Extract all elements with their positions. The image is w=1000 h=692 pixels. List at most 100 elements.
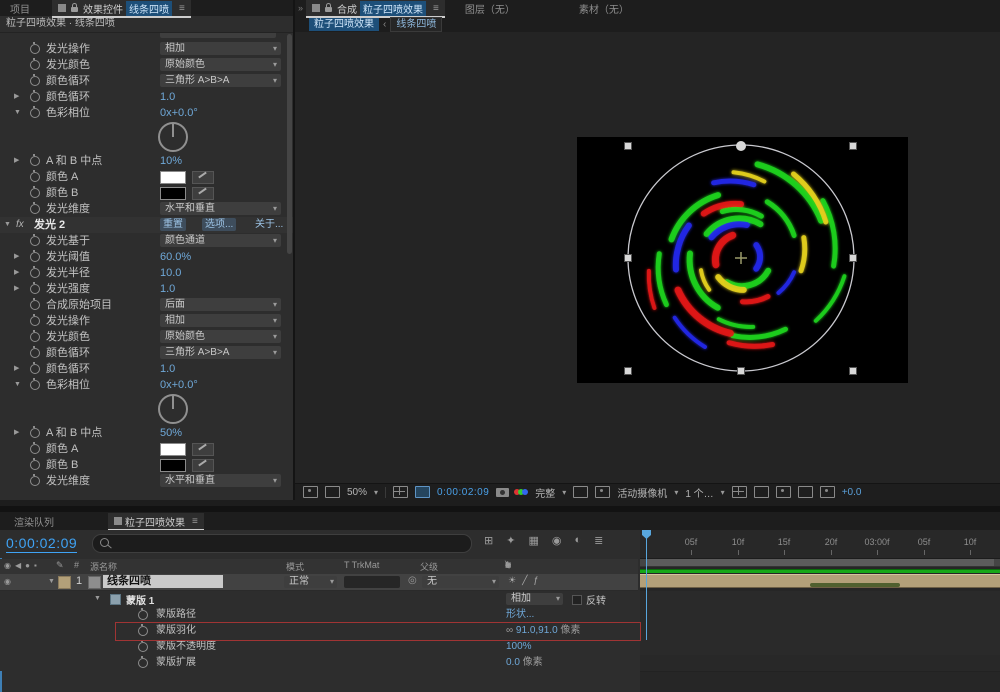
stopwatch-icon[interactable] xyxy=(138,610,148,620)
current-time-display[interactable]: 0:00:02:09 xyxy=(6,535,77,553)
expand-arrow-icon[interactable]: ▶ xyxy=(14,425,19,441)
stopwatch-icon[interactable] xyxy=(30,60,40,70)
stopwatch-icon[interactable] xyxy=(30,44,40,54)
lock-icon[interactable] xyxy=(325,7,332,12)
audio-icon[interactable]: ◀ xyxy=(15,561,21,570)
mask-property-number[interactable]: 形状... xyxy=(506,609,534,620)
property-value[interactable]: 10% xyxy=(160,153,182,169)
timeline-toolbar-icon[interactable]: ◐ xyxy=(574,534,581,547)
pixel-aspect-icon[interactable] xyxy=(732,486,747,498)
stopwatch-icon[interactable] xyxy=(30,252,40,262)
mask-name[interactable]: 蒙版 1 xyxy=(126,592,154,607)
stopwatch-icon[interactable] xyxy=(30,300,40,310)
stopwatch-icon[interactable] xyxy=(30,444,40,454)
angle-dial-control[interactable] xyxy=(158,394,188,424)
mask-invert-checkbox[interactable] xyxy=(572,595,582,605)
mask-expander-icon[interactable]: ▼ xyxy=(94,595,101,602)
camera-view-select[interactable]: 活动摄像机 xyxy=(617,485,667,500)
selection-handle-top[interactable] xyxy=(736,141,746,151)
expand-arrow-icon[interactable]: ▶ xyxy=(14,265,19,281)
property-value[interactable]: 0x+0.0° xyxy=(160,105,198,121)
mask-visibility-icon[interactable] xyxy=(415,486,430,498)
layer-duration-bar[interactable] xyxy=(640,574,1000,588)
stopwatch-icon[interactable] xyxy=(30,92,40,102)
transparency-grid-icon[interactable] xyxy=(595,486,610,498)
magnification-icon[interactable] xyxy=(325,486,340,498)
stopwatch-icon[interactable] xyxy=(30,108,40,118)
timeline-toolbar-icon[interactable]: ✦ xyxy=(506,534,515,547)
dropdown[interactable]: 颜色通道▾ xyxy=(160,234,281,247)
parent-column-header[interactable]: 父级 xyxy=(420,560,438,573)
selection-handle[interactable] xyxy=(850,143,857,150)
mask-group-row[interactable]: ▼ 蒙版 1 相加▾ 反转 xyxy=(0,591,638,607)
panel-menu-icon[interactable]: ≡ xyxy=(192,516,198,527)
dropdown[interactable]: 三角形 A>B>A▾ xyxy=(160,346,281,359)
stopwatch-icon[interactable] xyxy=(30,284,40,294)
snapshot-camera-icon[interactable] xyxy=(496,488,509,497)
layer-name[interactable]: 线条四喷 xyxy=(103,575,223,588)
stopwatch-icon[interactable] xyxy=(30,460,40,470)
stopwatch-icon[interactable] xyxy=(30,476,40,486)
work-area-bar[interactable] xyxy=(640,559,1000,567)
viewer-timecode[interactable]: 0:00:02:09 xyxy=(437,487,489,498)
stopwatch-icon[interactable] xyxy=(30,236,40,246)
property-value[interactable]: 1.0 xyxy=(160,281,175,297)
dropdown[interactable]: 相加▾ xyxy=(160,42,281,55)
tab-effect-controls[interactable]: 效果控件 线条四喷 ≡ xyxy=(52,0,191,16)
eye-icon[interactable]: ◉ xyxy=(4,561,11,570)
dropdown[interactable]: 水平和垂直▾ xyxy=(160,202,281,215)
expand-arrow-icon[interactable]: ▶ xyxy=(14,281,19,297)
stopwatch-icon[interactable] xyxy=(30,316,40,326)
anchor-point-crosshair[interactable] xyxy=(735,252,747,264)
tab-composition[interactable]: 合成 粒子四喷效果 ≡ xyxy=(306,0,445,16)
stopwatch-icon[interactable] xyxy=(30,364,40,374)
stopwatch-icon[interactable] xyxy=(30,76,40,86)
layer-switch-icon[interactable]: ☀ xyxy=(508,575,522,585)
eyedropper-button[interactable] xyxy=(192,171,214,184)
stopwatch-icon[interactable] xyxy=(30,204,40,214)
property-value[interactable]: 60.0% xyxy=(160,249,191,265)
eyedropper-button[interactable] xyxy=(192,459,214,472)
stopwatch-icon[interactable] xyxy=(138,642,148,652)
stopwatch-icon[interactable] xyxy=(30,380,40,390)
stopwatch-icon[interactable] xyxy=(30,172,40,182)
timeline-button-icon[interactable] xyxy=(776,486,791,498)
selection-handle[interactable] xyxy=(850,368,857,375)
stopwatch-icon[interactable] xyxy=(138,658,148,668)
eyedropper-button[interactable] xyxy=(192,187,214,200)
color-swatch[interactable] xyxy=(160,187,186,200)
blend-mode-select[interactable]: 正常▾ xyxy=(284,576,337,588)
tab-footage[interactable]: 素材（无） xyxy=(573,0,635,16)
layer-label-color[interactable] xyxy=(58,576,71,589)
layer-switch-icon[interactable]: ƒ xyxy=(534,575,545,585)
mask-property-number[interactable]: 100% xyxy=(506,641,532,652)
color-swatch[interactable] xyxy=(160,171,186,184)
effect-options-link[interactable]: 选项... xyxy=(202,218,236,231)
eye-icon[interactable]: ◉ xyxy=(4,577,11,586)
resolution-select[interactable]: 完整 xyxy=(535,485,555,500)
selection-handle[interactable] xyxy=(625,143,632,150)
exposure-value[interactable]: +0.0 xyxy=(842,487,862,498)
mode-column-header[interactable]: 模式 xyxy=(286,560,304,573)
source-name-column-header[interactable]: 源名称 xyxy=(90,560,117,573)
layer-row[interactable]: ◉ ▼ 1 线条四喷 正常▾ ◎ 无▾ ☀╱ƒ xyxy=(0,574,638,591)
track-area[interactable] xyxy=(640,559,1000,692)
dropdown[interactable]: 原始颜色▾ xyxy=(160,58,281,71)
mask-property-number[interactable]: 0.0 xyxy=(506,657,520,668)
selection-handle[interactable] xyxy=(625,368,632,375)
timeline-toolbar-icon[interactable]: ▦ xyxy=(528,534,538,547)
property-value[interactable]: 50% xyxy=(160,425,182,441)
view-layout-select[interactable]: 1 个… xyxy=(685,485,713,500)
stopwatch-icon[interactable] xyxy=(30,428,40,438)
selection-handle[interactable] xyxy=(850,255,857,262)
trkmat-cell[interactable] xyxy=(344,576,400,588)
property-value[interactable]: 1.0 xyxy=(160,361,175,377)
expand-arrow-icon[interactable]: ▶ xyxy=(14,249,19,265)
region-of-interest-icon[interactable] xyxy=(573,486,588,498)
tab-timeline-comp[interactable]: 粒子四喷效果 ≡ xyxy=(108,513,204,529)
flowchart-button-icon[interactable] xyxy=(798,486,813,498)
stopwatch-icon[interactable] xyxy=(30,188,40,198)
panel-menu-icon[interactable]: ≡ xyxy=(433,3,439,14)
lock-icon[interactable]: ▪ xyxy=(34,561,37,570)
layer-switch-icon[interactable]: ╱ xyxy=(522,575,533,585)
